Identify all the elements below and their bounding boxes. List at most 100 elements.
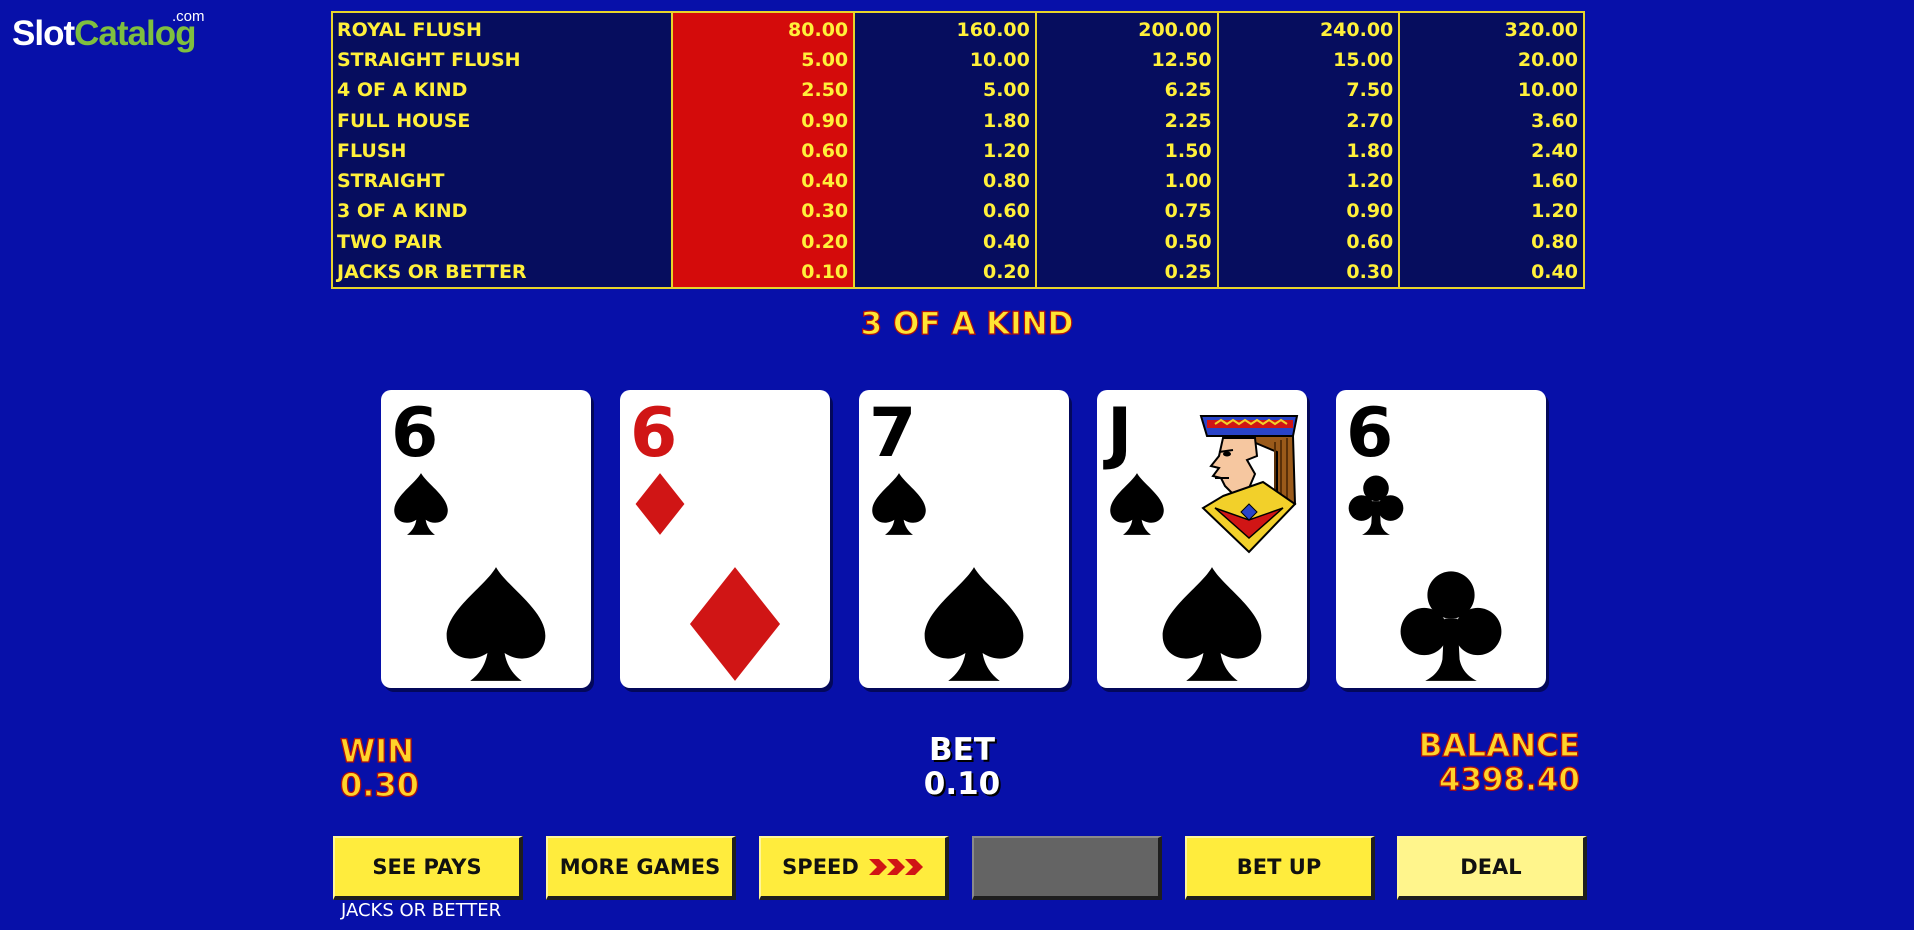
payout-value: 1.50 — [1164, 139, 1212, 162]
payout-value: 0.40 — [1531, 260, 1578, 283]
paytable-column-4: 240.00 15.00 7.50 2.70 1.80 1.20 0.90 0.… — [1219, 13, 1401, 287]
payout-value: 0.30 — [1346, 260, 1394, 283]
hand-name: JACKS OR BETTER — [337, 260, 527, 283]
payout-value: 0.30 — [801, 200, 849, 223]
payout-value: 12.50 — [1151, 49, 1212, 72]
payout-value: 0.50 — [1164, 230, 1212, 253]
payout-value: 5.00 — [801, 49, 849, 72]
hand-result-text: 3 OF A KIND — [860, 305, 1074, 342]
speed-arrows-icon — [867, 856, 924, 878]
payout-value: 3.60 — [1531, 109, 1578, 132]
payout-value: 15.00 — [1333, 49, 1394, 72]
payout-value: 1.20 — [982, 139, 1030, 162]
blank-button[interactable] — [972, 836, 1162, 900]
paytable-column-5: 320.00 20.00 10.00 3.60 2.40 1.60 1.20 0… — [1400, 13, 1583, 287]
payout-value: 10.00 — [969, 49, 1030, 72]
payout-value: 5.00 — [982, 79, 1030, 102]
hand-name: STRAIGHT FLUSH — [337, 49, 521, 72]
payout-value: 0.60 — [982, 200, 1030, 223]
payout-value: 0.20 — [982, 260, 1030, 283]
payout-value: 2.70 — [1346, 109, 1394, 132]
payout-value: 0.75 — [1164, 200, 1212, 223]
hand-name: 3 OF A KIND — [337, 200, 468, 223]
payout-value: 0.10 — [801, 260, 849, 283]
payout-value: 320.00 — [1504, 19, 1578, 41]
more-games-label: MORE GAMES — [559, 855, 721, 879]
paytable: ROYAL FLUSH STRAIGHT FLUSH 4 OF A KIND F… — [331, 11, 1585, 289]
playing-card[interactable]: 6 — [381, 390, 591, 688]
payout-value: 10.00 — [1517, 79, 1578, 102]
spade-icon — [869, 472, 929, 536]
logo-text: SlotCatalog — [12, 14, 196, 54]
payout-value: 0.60 — [801, 139, 849, 162]
hand-name: FLUSH — [337, 139, 407, 162]
payout-value: 1.20 — [1346, 170, 1394, 193]
speed-button[interactable]: SPEED — [759, 836, 949, 900]
payout-value: 1.60 — [1531, 170, 1578, 193]
balance-value: 4398.40 — [1438, 761, 1581, 798]
jack-portrait-icon — [1199, 415, 1299, 554]
see-pays-button[interactable]: SEE PAYS — [333, 836, 523, 900]
spade-icon — [391, 472, 451, 536]
club-icon — [1346, 472, 1406, 536]
hand-name: ROYAL FLUSH — [337, 19, 482, 41]
paytable-hand-names: ROYAL FLUSH STRAIGHT FLUSH 4 OF A KIND F… — [333, 13, 674, 287]
club-icon — [1396, 565, 1506, 683]
payout-value: 0.60 — [1346, 230, 1394, 253]
spade-icon — [1157, 565, 1267, 683]
payout-value: 2.50 — [801, 79, 849, 102]
game-name-label: JACKS OR BETTER — [341, 900, 502, 921]
payout-value: 0.90 — [1346, 200, 1394, 223]
playing-card[interactable]: 6 — [620, 390, 830, 688]
payout-value: 1.80 — [1346, 139, 1394, 162]
card-rank: 6 — [1346, 394, 1394, 473]
payout-value: 2.25 — [1164, 109, 1212, 132]
payout-value: 200.00 — [1138, 19, 1212, 41]
deal-label: DEAL — [1460, 855, 1522, 879]
payout-value: 1.20 — [1531, 200, 1578, 223]
payout-value: 1.00 — [1164, 170, 1212, 193]
hand-name: 4 OF A KIND — [337, 79, 468, 102]
payout-value: 2.40 — [1531, 139, 1578, 162]
more-games-button[interactable]: MORE GAMES — [546, 836, 736, 900]
card-rank: 6 — [391, 394, 439, 473]
spade-icon — [919, 565, 1029, 683]
bet-up-button[interactable]: BET UP — [1185, 836, 1375, 900]
card-rank: J — [1107, 394, 1133, 473]
bet-up-label: BET UP — [1236, 855, 1322, 879]
hand-name: FULL HOUSE — [337, 109, 471, 132]
payout-value: 80.00 — [788, 19, 849, 41]
payout-value: 6.25 — [1164, 79, 1212, 102]
payout-value: 1.80 — [982, 109, 1030, 132]
card-rank: 7 — [869, 394, 917, 473]
hand-name: TWO PAIR — [337, 230, 443, 253]
payout-value: 0.40 — [982, 230, 1030, 253]
spade-icon — [441, 565, 551, 683]
spade-icon — [1107, 472, 1167, 536]
playing-card[interactable]: 6 — [1336, 390, 1546, 688]
payout-value: 0.80 — [982, 170, 1030, 193]
bet-label: BET — [929, 732, 995, 768]
paytable-column-2: 160.00 10.00 5.00 1.80 1.20 0.80 0.60 0.… — [855, 13, 1037, 287]
bet-value: 0.10 — [923, 766, 1001, 802]
logo-slot: Slot — [12, 14, 75, 53]
payout-value: 160.00 — [956, 19, 1030, 41]
see-pays-label: SEE PAYS — [372, 855, 482, 879]
balance-label: BALANCE — [1418, 727, 1581, 764]
payout-value: 0.80 — [1531, 230, 1578, 253]
paytable-column-3: 200.00 12.50 6.25 2.25 1.50 1.00 0.75 0.… — [1037, 13, 1219, 287]
payout-value: 0.90 — [801, 109, 849, 132]
diamond-icon — [680, 565, 790, 683]
playing-card[interactable]: J — [1097, 390, 1307, 688]
hand-name: STRAIGHT — [337, 170, 445, 193]
payout-value: 20.00 — [1517, 49, 1578, 72]
payout-value: 0.25 — [1164, 260, 1212, 283]
card-rank: 6 — [630, 394, 678, 473]
diamond-icon — [630, 472, 690, 536]
paytable-column-1: 80.00 5.00 2.50 0.90 0.60 0.40 0.30 0.20… — [673, 13, 856, 287]
deal-button[interactable]: DEAL — [1397, 836, 1587, 900]
speed-label: SPEED — [782, 855, 859, 879]
logo-com: .com — [172, 8, 205, 25]
playing-card[interactable]: 7 — [859, 390, 1069, 688]
payout-value: 7.50 — [1346, 79, 1394, 102]
